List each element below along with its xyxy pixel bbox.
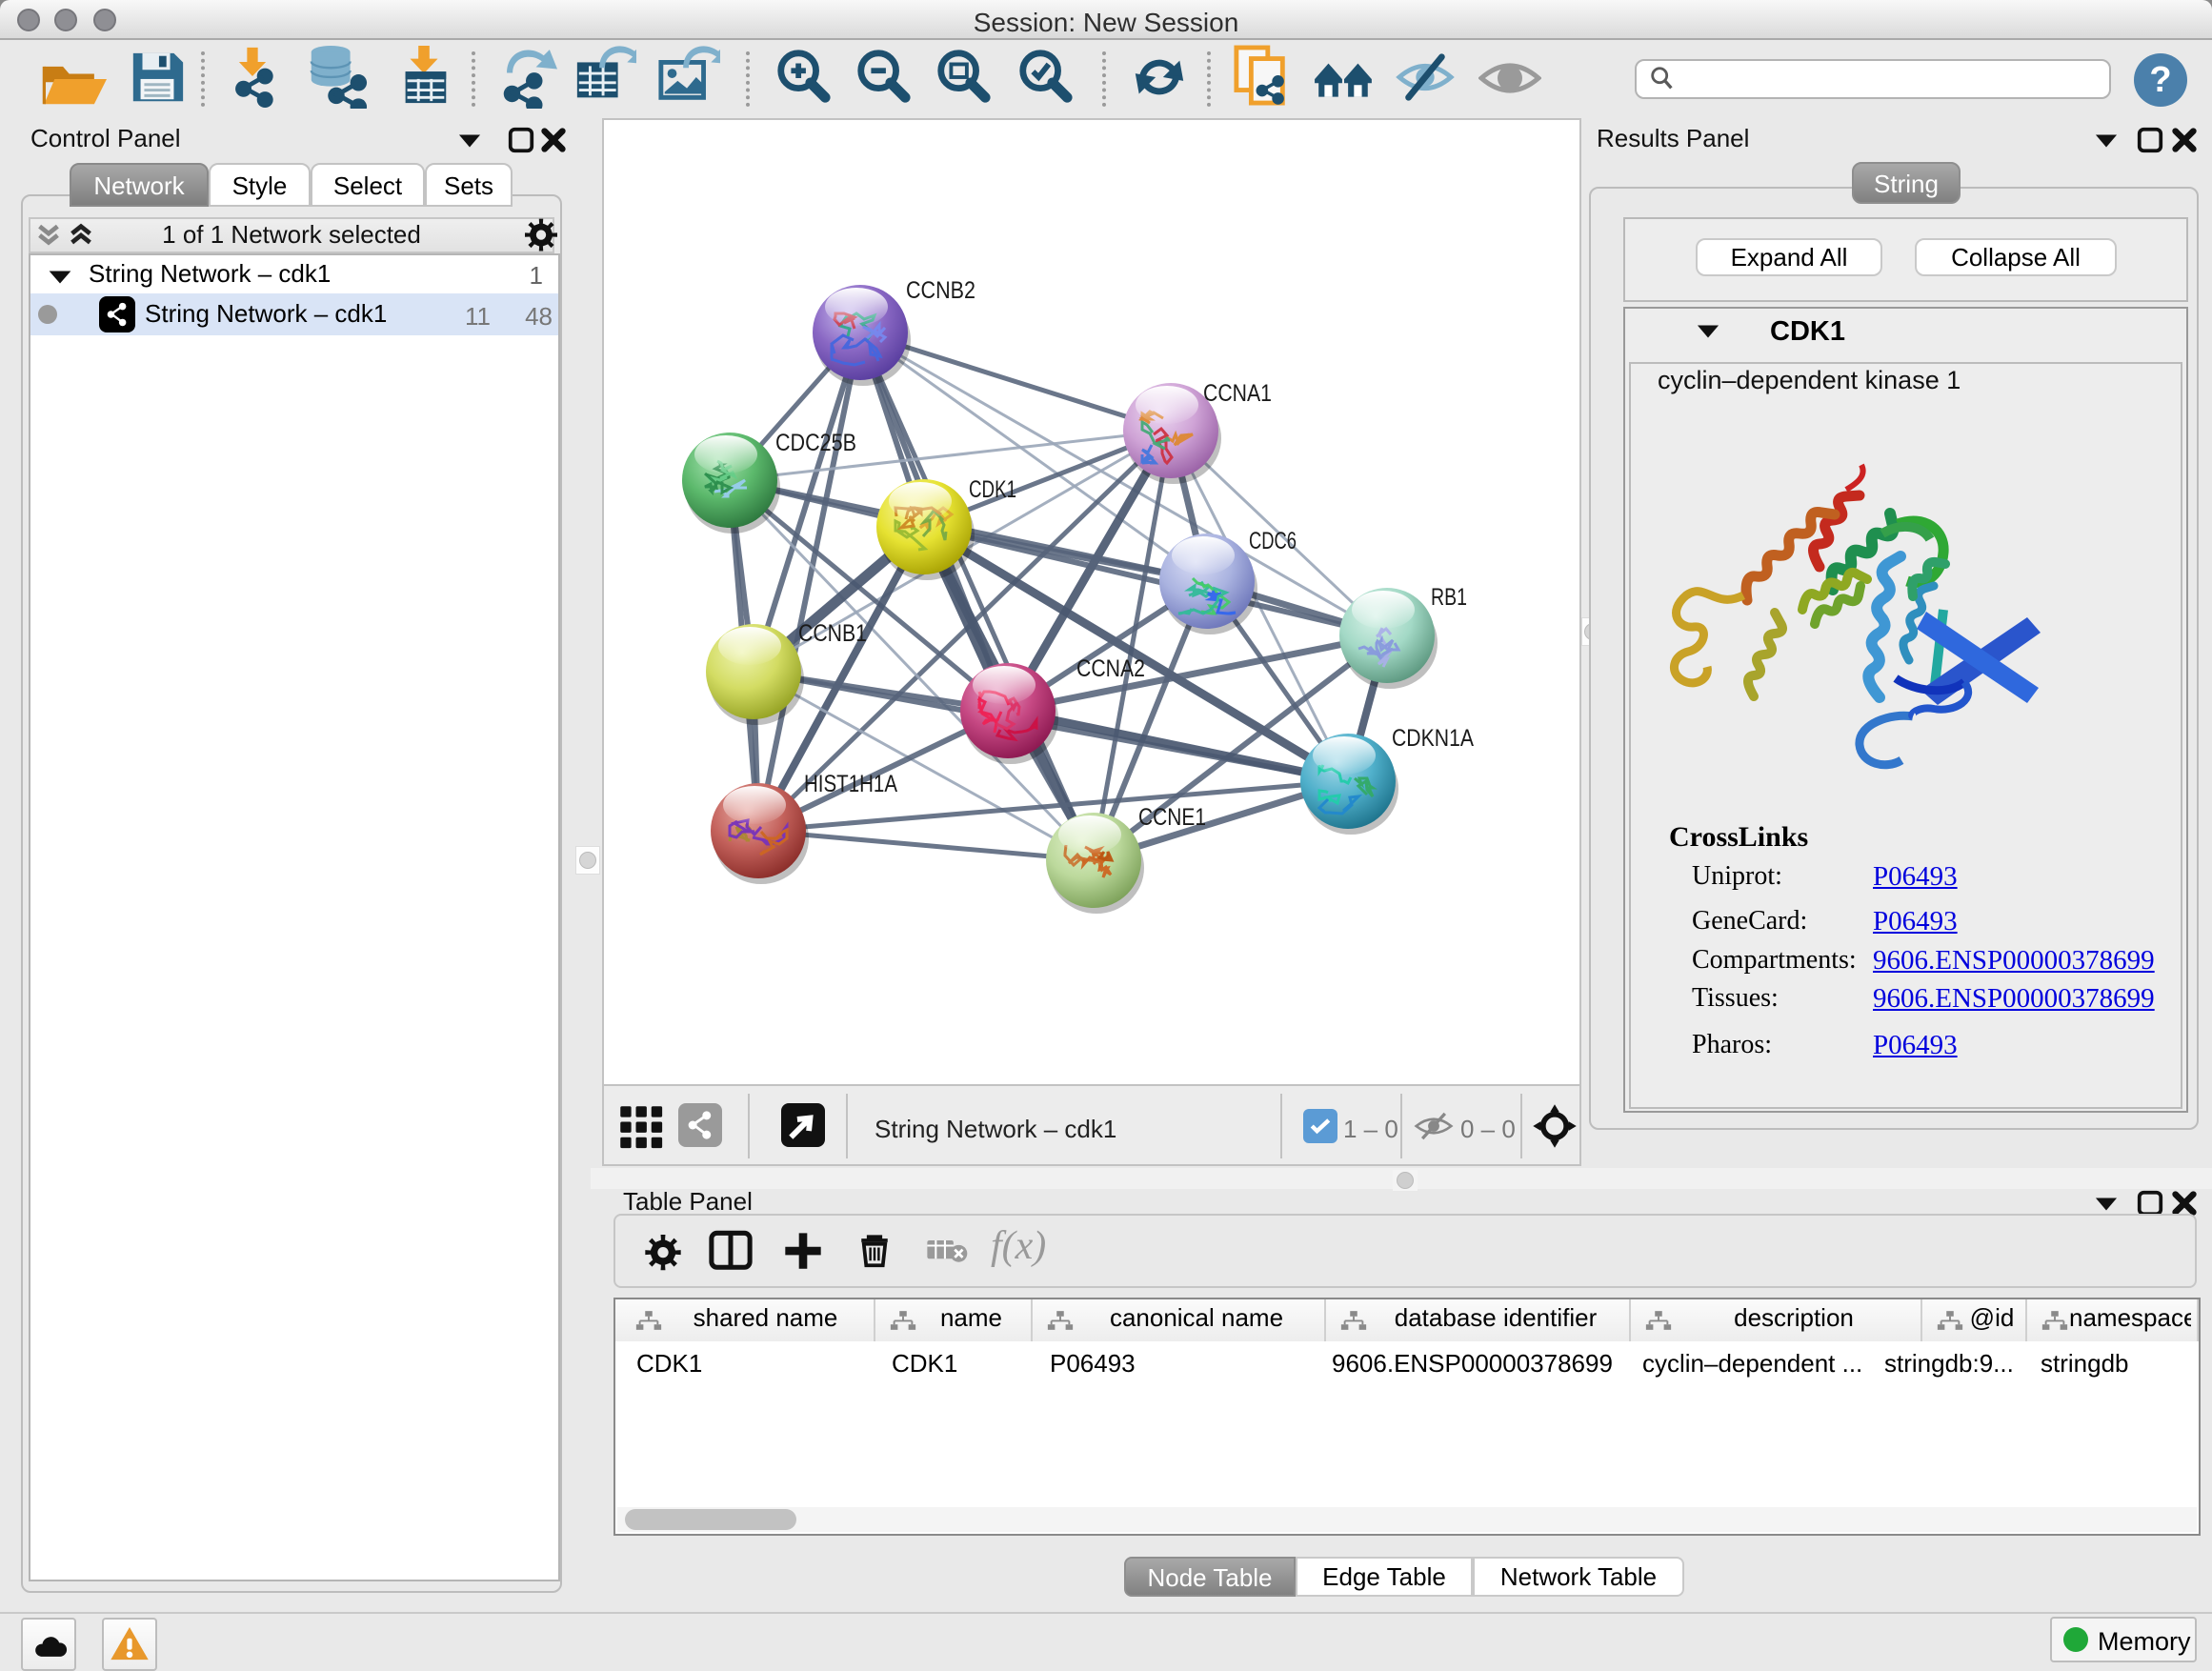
svg-text:CCNE1: CCNE1 [1138, 804, 1206, 831]
svg-text:CCNB1: CCNB1 [798, 620, 867, 647]
svg-text:CDKN1A: CDKN1A [1392, 725, 1474, 752]
svg-text:CCNA2: CCNA2 [1076, 655, 1145, 682]
svg-text:CDC25B: CDC25B [775, 430, 856, 456]
svg-text:HIST1H1A: HIST1H1A [804, 771, 897, 797]
svg-text:CCNA1: CCNA1 [1203, 380, 1272, 407]
svg-text:RB1: RB1 [1431, 584, 1467, 611]
svg-text:CDK1: CDK1 [969, 476, 1016, 503]
svg-text:CCNB2: CCNB2 [906, 277, 975, 304]
svg-text:CDC6: CDC6 [1249, 528, 1297, 554]
